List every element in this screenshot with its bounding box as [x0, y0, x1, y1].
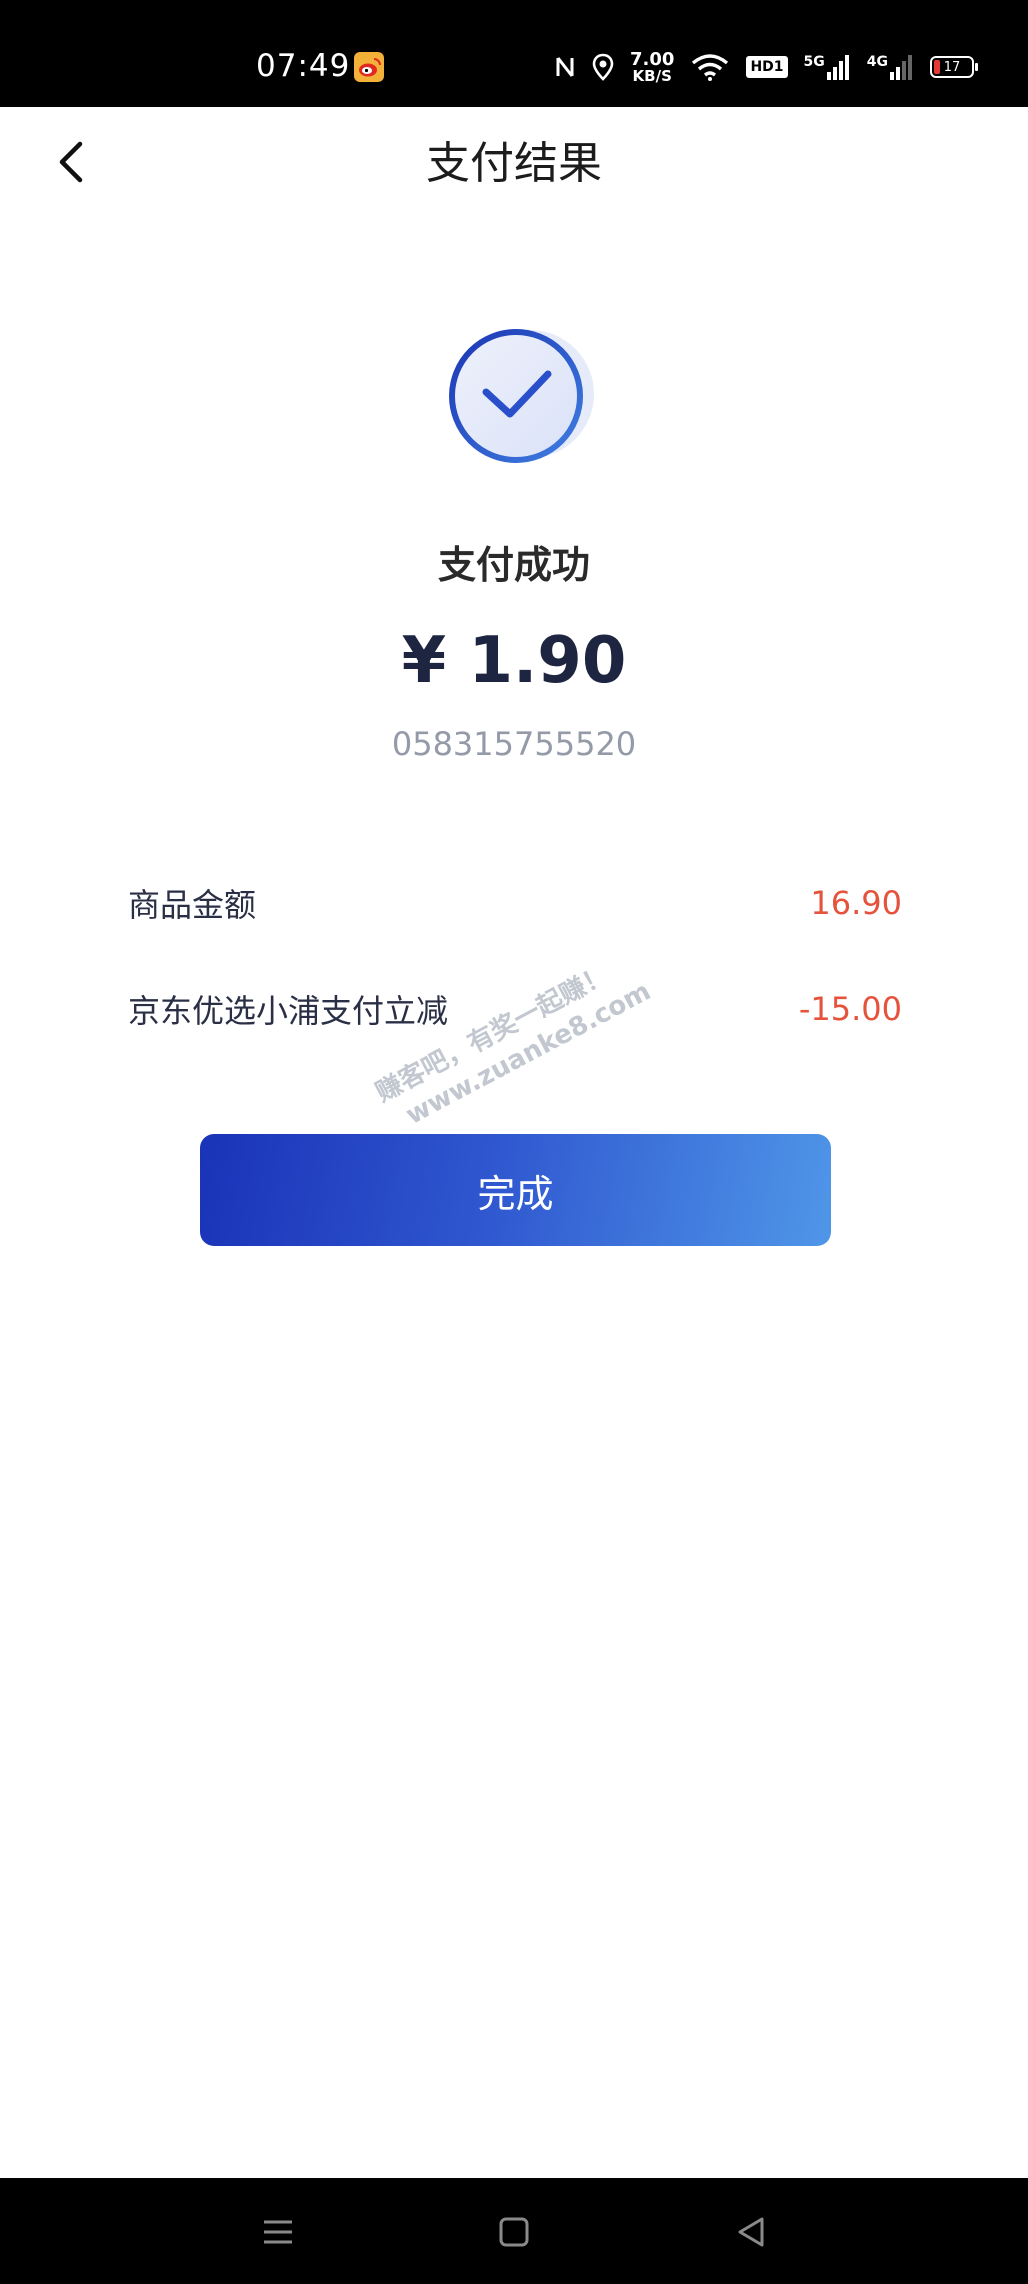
network-speed: 7.00 KB/S — [630, 48, 675, 85]
detail-value: 16.90 — [810, 884, 902, 922]
order-number: 058315755520 — [391, 725, 637, 763]
battery-level: 17 — [943, 59, 961, 75]
watermark: 赚客吧，有奖一起赚！ www.zuanke8.com — [370, 945, 657, 1140]
payment-result-page: 07:49 7.00 KB/S HD1 5G 4G 17 支付结果 支付成功 ¥… — [0, 0, 1028, 2284]
weibo-icon — [354, 52, 384, 82]
signal-4g-label: 4G — [866, 54, 888, 70]
status-time: 07:49 — [256, 48, 351, 84]
detail-label: 京东优选小浦支付立减 — [128, 992, 449, 1030]
battery-fill — [934, 60, 940, 74]
done-button[interactable]: 完成 — [200, 1134, 831, 1246]
network-speed-value: 7.00 — [630, 48, 675, 70]
status-bar: 07:49 7.00 KB/S HD1 5G 4G 17 — [0, 0, 1028, 107]
wifi-icon — [692, 54, 729, 81]
triangle-back-icon[interactable] — [728, 2208, 776, 2256]
system-nav-bar — [0, 2178, 1028, 2284]
detail-value: -15.00 — [798, 990, 902, 1028]
battery-indicator: 17 — [930, 56, 978, 78]
signal-bars-weak-icon — [890, 55, 912, 80]
payment-status: 支付成功 — [437, 543, 590, 587]
detail-row-discount: 京东优选小浦支付立减 -15.00 — [128, 984, 902, 1034]
nfc-icon — [556, 57, 574, 77]
signal-bars-icon — [826, 55, 849, 80]
status-icons: 7.00 KB/S HD1 5G 4G 17 — [554, 48, 978, 86]
check-circle-icon — [444, 322, 600, 472]
network-speed-unit: KB/S — [632, 66, 672, 85]
detail-row-goods-amount: 商品金额 16.90 — [128, 878, 902, 928]
menu-icon[interactable] — [254, 2208, 302, 2256]
signal-4g: 4G — [867, 54, 914, 80]
detail-label: 商品金额 — [128, 886, 257, 924]
hd-badge: HD1 — [746, 56, 788, 78]
payment-amount: ¥ 1.90 — [401, 624, 627, 698]
signal-5g-label: 5G — [803, 54, 825, 70]
done-button-label: 完成 — [477, 1171, 554, 1216]
signal-5g: 5G — [804, 54, 851, 80]
square-icon[interactable] — [490, 2208, 538, 2256]
page-title: 支付结果 — [426, 138, 602, 189]
location-icon — [592, 53, 614, 81]
